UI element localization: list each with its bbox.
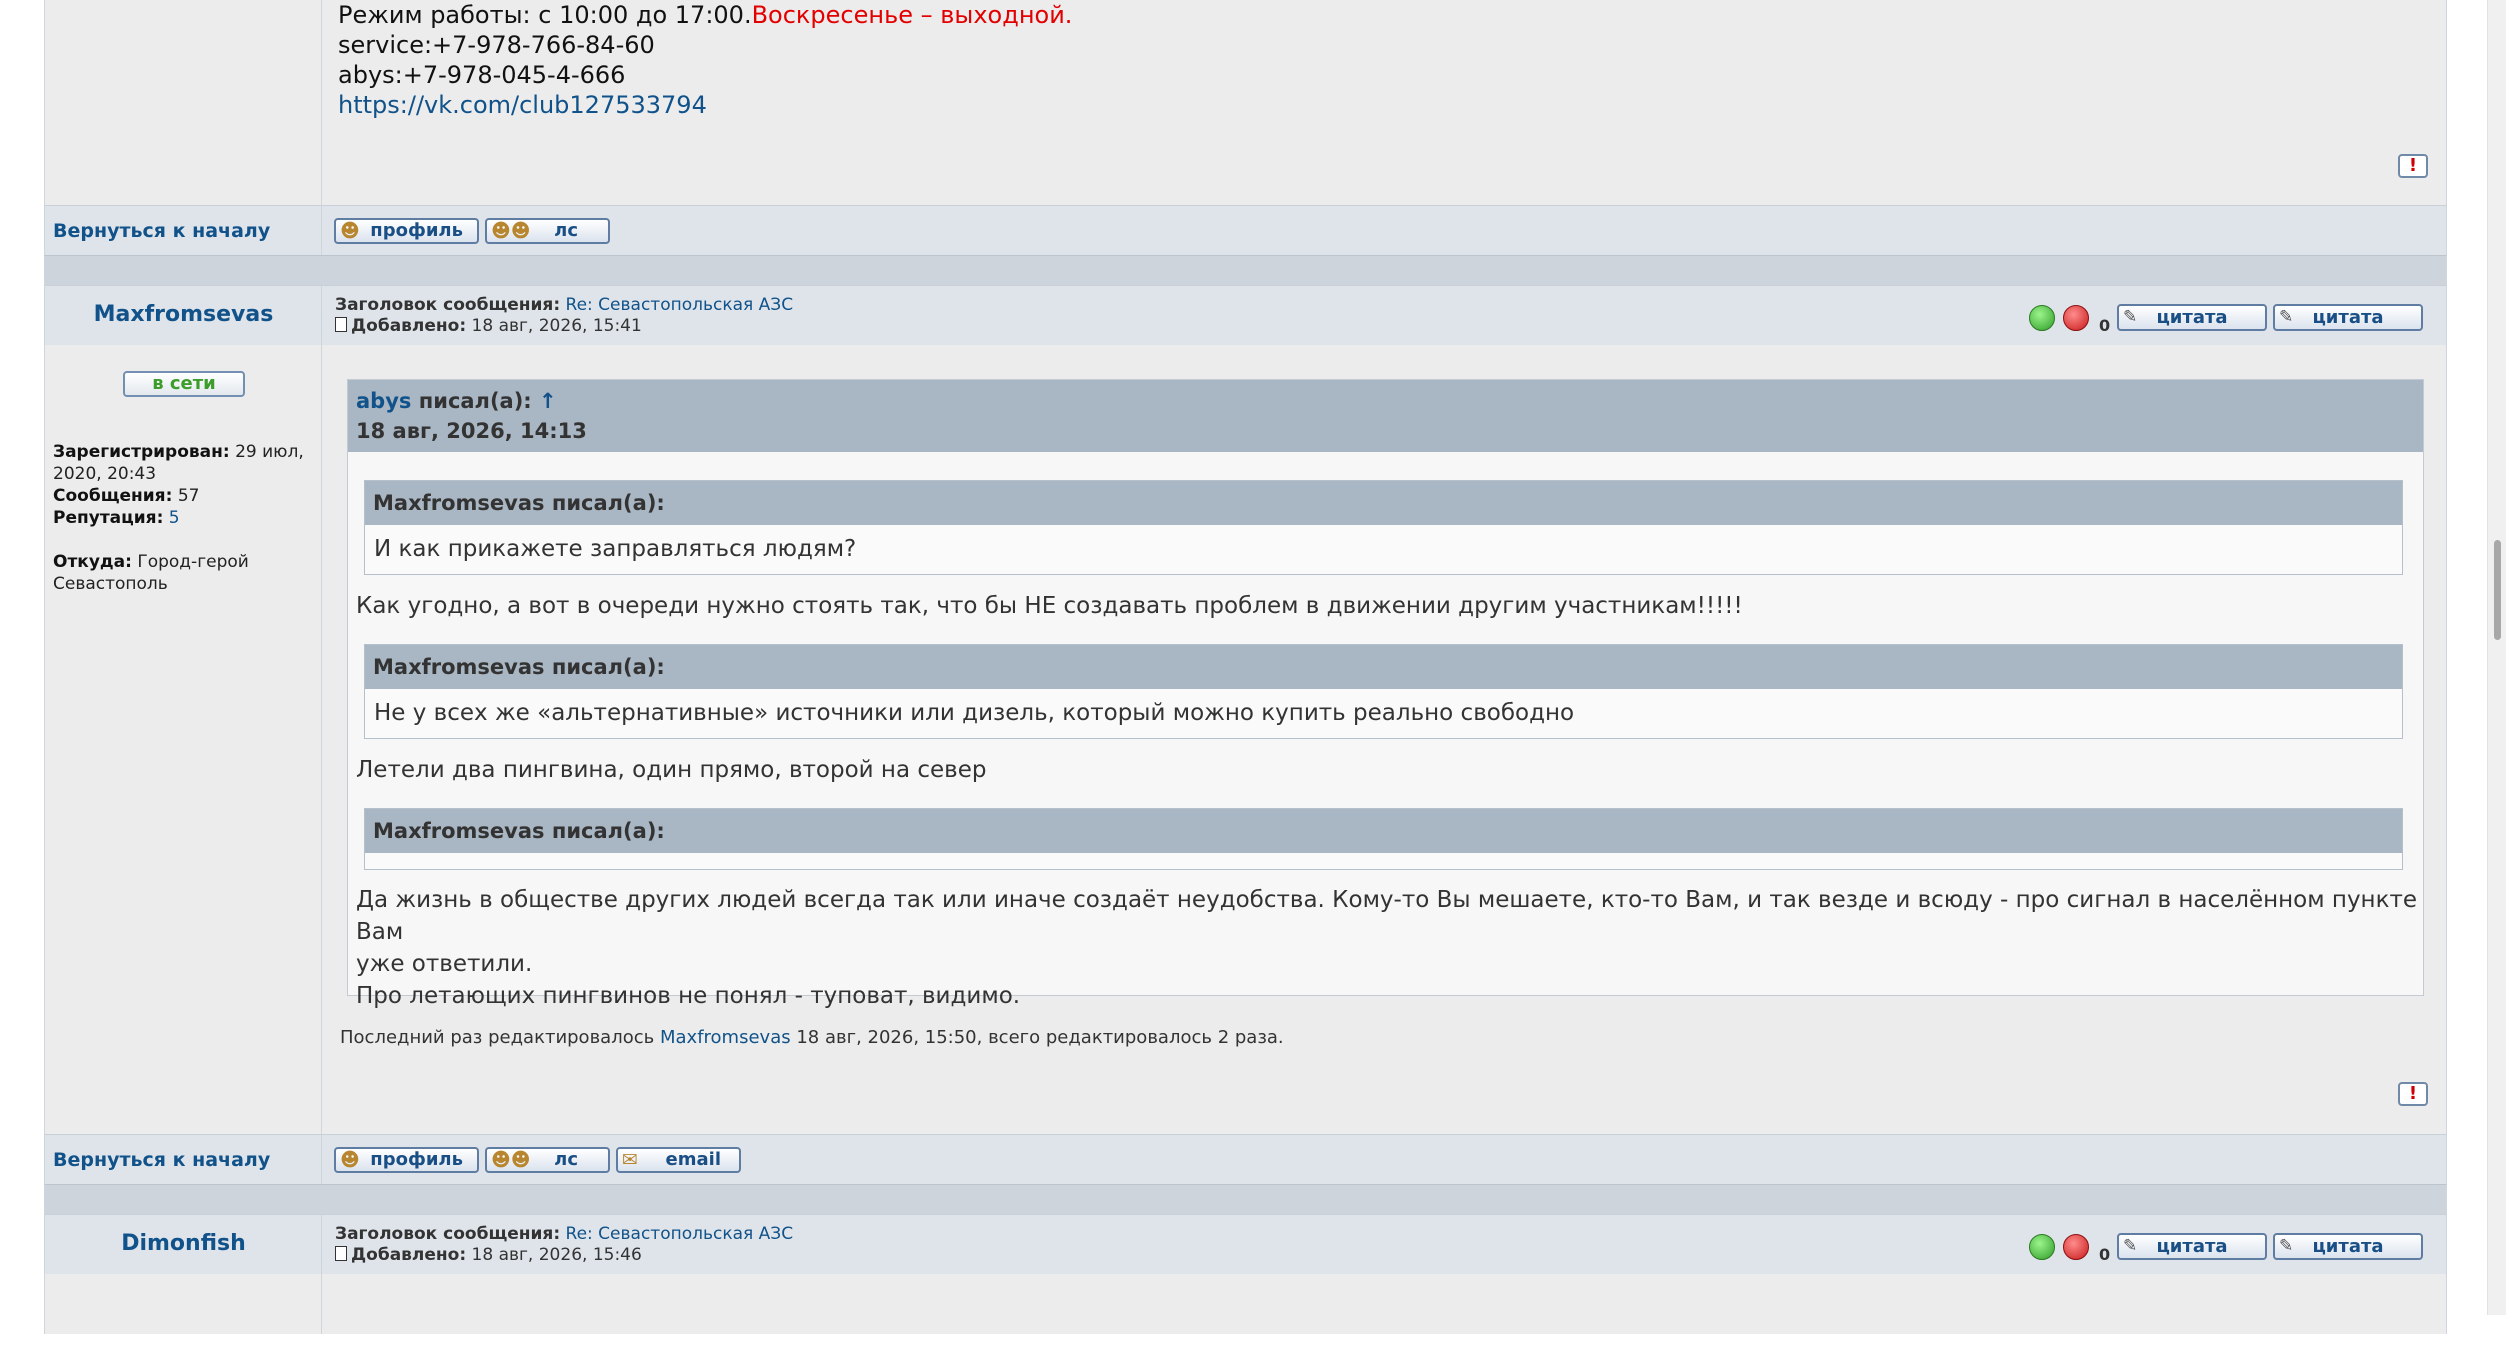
signature-service-phone: service:+7-978-766-84-60 <box>338 31 655 59</box>
reply-text: Как угодно, а вот в очереди нужно стоять… <box>356 593 1743 619</box>
post-author-name[interactable]: Dimonfish <box>45 1231 322 1256</box>
quote-icon: ✎ <box>2279 1236 2294 1256</box>
user-icon: ☻ <box>340 220 360 242</box>
quote-header: abys писал(а): ↑ 18 авг, 2026, 14:13 <box>348 380 2423 452</box>
post-icon <box>335 317 347 332</box>
post-body-previous: Режим работы: с 10:00 до 17:00.Воскресен… <box>44 0 2447 205</box>
reply-text: Летели два пингвина, один прямо, второй … <box>356 757 987 783</box>
private-message-button[interactable]: ☻☻ лс <box>485 218 610 244</box>
post-header: Dimonfish Заголовок сообщения: Re: Севас… <box>44 1214 2447 1274</box>
quote-icon: ✎ <box>2123 307 2138 327</box>
back-to-top-link[interactable]: Вернуться к началу <box>53 1149 270 1171</box>
signature: Режим работы: с 10:00 до 17:00.Воскресен… <box>338 0 1072 120</box>
post-body <box>44 1274 2447 1334</box>
rate-up-icon[interactable] <box>2029 1234 2055 1260</box>
post-body: в сети Зарегистрирован: 29 июл, 2020, 20… <box>44 345 2447 1134</box>
quote-selected-button[interactable]: ✎ цитата <box>2273 304 2423 331</box>
page-scrollbar[interactable] <box>2487 0 2506 1315</box>
post-meta: Заголовок сообщения: Re: Севастопольская… <box>335 295 794 336</box>
edit-user-link[interactable]: Maxfromsevas <box>660 1027 791 1048</box>
post-meta: Заголовок сообщения: Re: Севастопольская… <box>335 1224 794 1265</box>
post-subject-link[interactable]: Re: Севастопольская АЗС <box>566 295 794 315</box>
user-icon: ☻ <box>340 1149 360 1171</box>
quote-button[interactable]: ✎ цитата <box>2117 304 2267 331</box>
envelope-icon: ✉ <box>622 1149 638 1171</box>
forum-topic: Режим работы: с 10:00 до 17:00.Воскресен… <box>44 0 2447 1370</box>
quote-button[interactable]: ✎ цитата <box>2117 1233 2267 1260</box>
quote-icon: ✎ <box>2123 1236 2138 1256</box>
back-to-top-link[interactable]: Вернуться к началу <box>53 220 270 242</box>
online-status-badge: в сети <box>123 371 245 397</box>
reply-text: Да жизнь в обществе других людей всегда … <box>356 887 2418 1009</box>
signature-abys-phone: abys:+7-978-045-4-666 <box>338 61 626 89</box>
post-author-column <box>45 0 322 205</box>
quote-block: abys писал(а): ↑ 18 авг, 2026, 14:13 Max… <box>347 379 2424 1009</box>
post-author-name[interactable]: Maxfromsevas <box>45 302 322 327</box>
signature-hours: Режим работы: с 10:00 до 17:00.Воскресен… <box>338 1 1073 29</box>
scrollbar-thumb[interactable] <box>2494 540 2501 640</box>
quote-selected-button[interactable]: ✎ цитата <box>2273 1233 2423 1260</box>
nested-quote: Maxfromsevas писал(а): И как прикажете з… <box>364 480 2403 575</box>
report-post-icon[interactable]: ! <box>2398 1082 2428 1106</box>
profile-button[interactable]: ☻ профиль <box>334 218 479 244</box>
users-icon: ☻☻ <box>491 220 531 242</box>
post-icon <box>335 1246 347 1261</box>
quote-source-arrow[interactable]: ↑ <box>539 389 557 413</box>
users-icon: ☻☻ <box>491 1149 531 1171</box>
nested-quote: Maxfromsevas писал(а): Не у всех же «аль… <box>364 644 2403 739</box>
post-actions-row: Вернуться к началу ☻ профиль ☻☻ лс <box>44 205 2447 255</box>
report-post-icon[interactable]: ! <box>2398 154 2428 178</box>
quote-author-link[interactable]: abys <box>356 389 411 413</box>
quote-icon: ✎ <box>2279 307 2294 327</box>
signature-dayoff: Воскресенье – выходной. <box>751 1 1073 29</box>
rate-up-icon[interactable] <box>2029 305 2055 331</box>
post-subject-link[interactable]: Re: Севастопольская АЗС <box>566 1224 794 1244</box>
quote-date: 18 авг, 2026, 14:13 <box>356 419 587 443</box>
private-message-button[interactable]: ☻☻ лс <box>485 1147 610 1173</box>
email-button[interactable]: ✉ email <box>616 1147 741 1173</box>
post-date: 18 авг, 2026, 15:41 <box>471 316 642 336</box>
post-separator <box>44 255 2447 285</box>
rating-count: 0 <box>2099 1245 2111 1264</box>
nested-quote: Maxfromsevas писал(а): <box>364 808 2403 870</box>
edit-notice: Последний раз редактировалось Maxfromsev… <box>340 1027 1284 1048</box>
signature-vk-link[interactable]: https://vk.com/club127533794 <box>338 91 707 119</box>
profile-button[interactable]: ☻ профиль <box>334 1147 479 1173</box>
rate-down-icon[interactable] <box>2063 1234 2089 1260</box>
post-actions-row: Вернуться к началу ☻ профиль ☻☻ лс ✉ ema… <box>44 1134 2447 1184</box>
author-profile-info: Зарегистрирован: 29 июл, 2020, 20:43 Соо… <box>53 442 304 594</box>
post-date: 18 авг, 2026, 15:46 <box>471 1245 642 1265</box>
post-header: Maxfromsevas Заголовок сообщения: Re: Се… <box>44 285 2447 345</box>
post-separator <box>44 1184 2447 1214</box>
rate-down-icon[interactable] <box>2063 305 2089 331</box>
rating-count: 0 <box>2099 316 2111 335</box>
